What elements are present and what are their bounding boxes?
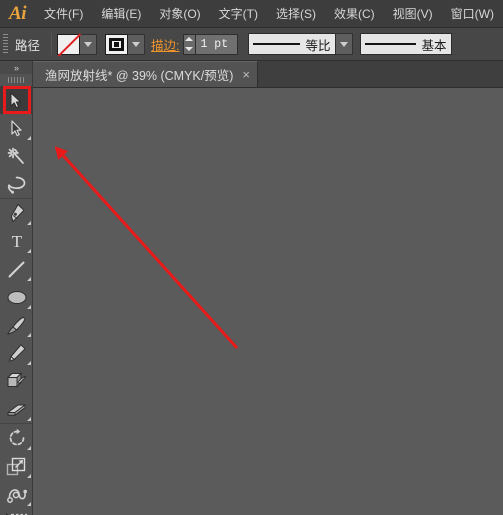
rotate-icon: [9, 428, 24, 446]
arrow-cursor-icon: [10, 92, 22, 108]
annotation-arrow: [54, 146, 239, 350]
canvas-area[interactable]: [33, 88, 503, 515]
menu-item-effect[interactable]: 效果(C): [325, 0, 384, 28]
fill-swatch-group: [57, 33, 98, 55]
flyout-triangle-icon: [27, 417, 31, 421]
brush-definition-box[interactable]: 基本: [359, 33, 452, 55]
tools-panel-collapse-button[interactable]: »: [0, 61, 32, 74]
line-segment-tool[interactable]: [0, 255, 33, 283]
stroke-dropdown-button[interactable]: [128, 33, 146, 55]
eraser-tool[interactable]: [0, 395, 33, 423]
type-tool[interactable]: T: [0, 227, 33, 255]
ellipse-tool[interactable]: [0, 283, 33, 311]
menu-item-window[interactable]: 窗口(W): [442, 0, 503, 28]
variable-width-profile-box[interactable]: 等比: [247, 33, 336, 55]
scale-tool[interactable]: [0, 452, 33, 480]
tool-group-drawing: T: [0, 199, 32, 424]
document-tab-label: 渔网放射线* @ 39% (CMYK/预览): [45, 69, 234, 83]
blob-brush-tool[interactable]: [0, 367, 33, 395]
stroke-swatch-group: [105, 33, 146, 55]
flyout-triangle-icon: [27, 333, 31, 337]
pen-tool[interactable]: [0, 199, 33, 227]
lasso-tool[interactable]: [0, 170, 33, 198]
flyout-triangle-icon: [27, 502, 31, 506]
control-bar-drag-grip[interactable]: [0, 28, 11, 61]
menu-item-type[interactable]: 文字(T): [210, 0, 267, 28]
menu-item-edit[interactable]: 编辑(E): [92, 0, 150, 28]
white-arrow-cursor-icon: [11, 119, 22, 136]
double-chevron-right-icon: »: [13, 62, 19, 73]
magic-wand-tool[interactable]: [0, 142, 33, 170]
eraser-icon: [7, 404, 25, 416]
pencil-tool[interactable]: [0, 339, 33, 367]
stroke-weight-input[interactable]: 1 pt: [195, 33, 238, 55]
svg-text:T: T: [11, 232, 22, 250]
paintbrush-icon: [7, 316, 26, 335]
document-tab[interactable]: 渔网放射线* @ 39% (CMYK/预览) ×: [33, 61, 258, 87]
variable-width-profile-caret[interactable]: [335, 33, 353, 55]
pencil-icon: [8, 343, 26, 362]
blob-brush-icon: [6, 372, 26, 388]
type-t-icon: T: [11, 232, 22, 250]
width-warp-tool[interactable]: [0, 480, 33, 508]
spinner-up-icon[interactable]: [184, 35, 195, 44]
chevron-down-icon: [84, 41, 93, 47]
stroke-weight-stepper[interactable]: [182, 33, 196, 55]
stroke-color-swatch[interactable]: [105, 33, 129, 55]
menu-item-object[interactable]: 对象(O): [150, 0, 209, 28]
stroke-weight-label[interactable]: 描边:: [145, 35, 182, 54]
warp-icon: [6, 489, 27, 503]
pen-nib-icon: [10, 203, 25, 222]
fill-dropdown-button[interactable]: [80, 33, 98, 55]
flyout-triangle-icon: [27, 361, 31, 365]
menu-item-file[interactable]: 文件(F): [35, 0, 92, 28]
lasso-icon: [7, 176, 26, 194]
free-transform-tool[interactable]: [0, 508, 33, 515]
chevron-down-icon: [339, 41, 348, 47]
tools-panel: » T: [0, 61, 33, 515]
menu-item-select[interactable]: 选择(S): [267, 0, 325, 28]
menu-item-view[interactable]: 视图(V): [384, 0, 442, 28]
flyout-triangle-icon: [27, 136, 31, 140]
stroke-profile-line-icon: [252, 43, 301, 45]
flyout-triangle-icon: [27, 249, 31, 253]
variable-width-profile-value: 等比: [305, 38, 331, 53]
fill-none-swatch[interactable]: [57, 33, 81, 55]
flyout-triangle-icon: [27, 277, 31, 281]
brush-definition-value: 基本: [421, 38, 447, 53]
document-tab-bar: 渔网放射线* @ 39% (CMYK/预览) ×: [33, 61, 503, 88]
magic-wand-icon: [7, 147, 24, 164]
flyout-triangle-icon: [27, 305, 31, 309]
rotate-tool[interactable]: [0, 424, 33, 452]
flyout-triangle-icon: [27, 221, 31, 225]
line-segment-icon: [8, 261, 25, 277]
spinner-down-icon[interactable]: [184, 45, 195, 54]
brush-definition-dropdown[interactable]: 基本: [359, 33, 452, 55]
menu-bar: Ai 文件(F) 编辑(E) 对象(O) 文字(T) 选择(S) 效果(C) 视…: [0, 0, 503, 28]
annotation-arrow-line: [54, 146, 239, 350]
tools-panel-drag-grip[interactable]: [0, 74, 32, 86]
selection-context-label: 路径: [15, 38, 41, 53]
control-bar-separator: [51, 33, 53, 55]
control-bar: 路径 描边: 1 pt 等比 基本: [0, 28, 503, 61]
illustrator-window: Ai 文件(F) 编辑(E) 对象(O) 文字(T) 选择(S) 效果(C) 视…: [0, 0, 503, 515]
variable-width-profile-dropdown[interactable]: 等比: [247, 33, 353, 55]
direct-selection-tool[interactable]: [0, 114, 33, 142]
brush-stroke-line-icon: [364, 43, 417, 45]
ellipse-icon: [7, 290, 26, 304]
paintbrush-tool[interactable]: [0, 311, 33, 339]
chevron-down-icon: [132, 41, 141, 47]
selection-tool[interactable]: [0, 86, 33, 114]
flyout-triangle-icon: [27, 474, 31, 478]
close-icon[interactable]: ×: [242, 68, 250, 81]
tool-group-selection: [0, 86, 33, 199]
app-logo: Ai: [9, 2, 26, 24]
flyout-triangle-icon: [27, 446, 31, 450]
scale-icon: [6, 457, 26, 475]
tool-group-transform: [0, 424, 32, 515]
